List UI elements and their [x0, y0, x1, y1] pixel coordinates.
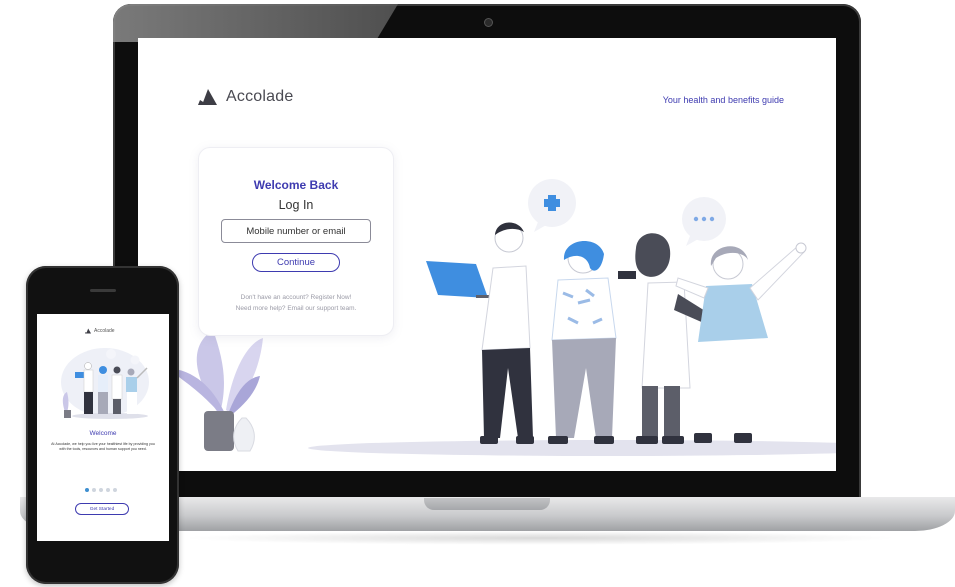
- carousel-dot[interactable]: [99, 488, 103, 492]
- person-dark-hair: [618, 233, 710, 444]
- tagline: Your health and benefits guide: [662, 95, 784, 105]
- person-with-laptop: [426, 222, 534, 444]
- welcome-heading: Welcome Back: [253, 178, 339, 192]
- carousel-dot[interactable]: [113, 488, 117, 492]
- laptop-icon: [426, 261, 488, 298]
- help-links: Don't have an account? Register Now! Nee…: [199, 292, 393, 314]
- login-card: Welcome Back Log In Continue Don't have …: [198, 147, 394, 336]
- get-started-button[interactable]: Get Started: [75, 503, 129, 515]
- ellipsis-bubble-icon: [682, 197, 726, 246]
- plant-icon: [168, 330, 263, 452]
- login-title: Log In: [278, 198, 314, 212]
- person-arms-raised: [675, 242, 807, 443]
- laptop-glare: [113, 4, 398, 42]
- person-patterned-shirt: [548, 241, 617, 444]
- accolade-logo-icon: [198, 89, 217, 105]
- brand-logo[interactable]: Accolade: [198, 88, 293, 106]
- carousel-dot[interactable]: [92, 488, 96, 492]
- support-link[interactable]: Need more help? Email our support team.: [199, 303, 393, 314]
- laptop-camera: [485, 19, 492, 26]
- continue-button[interactable]: Continue: [252, 253, 340, 272]
- mobile-welcome-title: Welcome: [89, 430, 117, 437]
- laptop-shadow: [180, 531, 900, 545]
- phone-screen: Accolade Welcome At Accolade, we help yo…: [37, 314, 169, 541]
- brand-name: Accolade: [226, 88, 294, 105]
- carousel-dot-active[interactable]: [85, 488, 89, 492]
- laptop-notch: [424, 498, 550, 510]
- plus-bubble-icon: [528, 179, 576, 232]
- mobile-description: At Accolade, we help you live your healt…: [51, 442, 155, 451]
- accolade-logo-icon: [85, 328, 92, 334]
- laptop-screen: Accolade Your health and benefits guide …: [138, 38, 836, 471]
- register-link[interactable]: Don't have an account? Register Now!: [199, 292, 393, 303]
- mobile-brand-logo: Accolade: [85, 328, 115, 334]
- carousel-dot[interactable]: [106, 488, 110, 492]
- carousel-dots: [85, 488, 117, 492]
- mobile-or-email-input[interactable]: [221, 219, 371, 243]
- mobile-illustration: [61, 348, 149, 419]
- phone-speaker: [90, 289, 116, 292]
- phone-frame: Accolade Welcome At Accolade, we help yo…: [26, 266, 179, 584]
- mobile-brand-name: Accolade: [94, 328, 115, 334]
